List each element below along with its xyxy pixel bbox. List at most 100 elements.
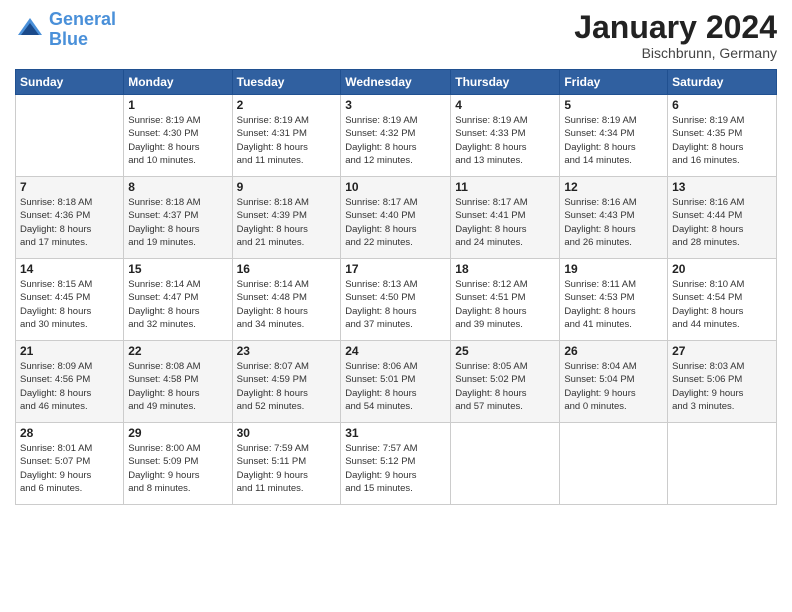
day-number: 30	[237, 426, 337, 440]
calendar-cell: 28 Sunrise: 8:01 AMSunset: 5:07 PMDayligh…	[16, 423, 124, 505]
calendar-cell: 26 Sunrise: 8:04 AMSunset: 5:04 PMDayligh…	[560, 341, 668, 423]
day-info: Sunrise: 8:00 AMSunset: 5:09 PMDaylight:…	[128, 442, 227, 495]
calendar-cell: 15Sunrise: 8:14 AMSunset: 4:47 PMDayligh…	[124, 259, 232, 341]
calendar-cell: 14 Sunrise: 8:15 AMSunset: 4:45 PMDayligh…	[16, 259, 124, 341]
header: General Blue January 2024 Bischbrunn, Ge…	[15, 10, 777, 61]
day-number: 2	[237, 98, 337, 112]
calendar-cell: 2 Sunrise: 8:19 AMSunset: 4:31 PMDaylight…	[232, 95, 341, 177]
logo: General Blue	[15, 10, 116, 50]
calendar-week-4: 28 Sunrise: 8:01 AMSunset: 5:07 PMDayligh…	[16, 423, 777, 505]
day-info: Sunrise: 7:57 AMSunset: 5:12 PMDaylight:…	[345, 442, 446, 495]
day-info: Sunrise: 8:16 AMSunset: 4:44 PMDaylight:…	[672, 196, 772, 249]
day-number: 23	[237, 344, 337, 358]
calendar-cell	[16, 95, 124, 177]
calendar-week-0: 1 Sunrise: 8:19 AMSunset: 4:30 PMDaylight…	[16, 95, 777, 177]
day-info: Sunrise: 8:14 AMSunset: 4:48 PMDaylight:…	[237, 278, 337, 331]
weekday-header-friday: Friday	[560, 70, 668, 95]
day-info: Sunrise: 8:16 AMSunset: 4:43 PMDaylight:…	[564, 196, 663, 249]
day-number: 31	[345, 426, 446, 440]
logo-blue: Blue	[49, 29, 88, 49]
calendar-cell: 5 Sunrise: 8:19 AMSunset: 4:34 PMDaylight…	[560, 95, 668, 177]
calendar-cell: 20 Sunrise: 8:10 AMSunset: 4:54 PMDayligh…	[668, 259, 777, 341]
day-number: 10	[345, 180, 446, 194]
calendar-cell: 8 Sunrise: 8:18 AMSunset: 4:37 PMDaylight…	[124, 177, 232, 259]
day-info: Sunrise: 8:08 AMSunset: 4:58 PMDaylight:…	[128, 360, 227, 413]
day-number: 24	[345, 344, 446, 358]
calendar-header: SundayMondayTuesdayWednesdayThursdayFrid…	[16, 70, 777, 95]
calendar-cell: 23 Sunrise: 8:07 AMSunset: 4:59 PMDayligh…	[232, 341, 341, 423]
day-number: 9	[237, 180, 337, 194]
day-info: Sunrise: 8:19 AMSunset: 4:34 PMDaylight:…	[564, 114, 663, 167]
calendar-cell: 3Sunrise: 8:19 AMSunset: 4:32 PMDaylight…	[341, 95, 451, 177]
calendar-cell	[451, 423, 560, 505]
weekday-header-tuesday: Tuesday	[232, 70, 341, 95]
month-title: January 2024	[574, 10, 777, 45]
day-number: 28	[20, 426, 119, 440]
calendar-cell	[560, 423, 668, 505]
calendar-cell: 6Sunrise: 8:19 AMSunset: 4:35 PMDaylight…	[668, 95, 777, 177]
weekday-header-saturday: Saturday	[668, 70, 777, 95]
calendar-cell	[668, 423, 777, 505]
day-number: 5	[564, 98, 663, 112]
day-info: Sunrise: 8:19 AMSunset: 4:31 PMDaylight:…	[237, 114, 337, 167]
day-number: 8	[128, 180, 227, 194]
weekday-row: SundayMondayTuesdayWednesdayThursdayFrid…	[16, 70, 777, 95]
calendar-table: SundayMondayTuesdayWednesdayThursdayFrid…	[15, 69, 777, 505]
day-number: 21	[20, 344, 119, 358]
day-number: 18	[455, 262, 555, 276]
logo-text: General Blue	[49, 10, 116, 50]
day-info: Sunrise: 8:19 AMSunset: 4:30 PMDaylight:…	[128, 114, 227, 167]
calendar-cell: 12 Sunrise: 8:16 AMSunset: 4:43 PMDayligh…	[560, 177, 668, 259]
day-info: Sunrise: 8:18 AMSunset: 4:37 PMDaylight:…	[128, 196, 227, 249]
day-info: Sunrise: 8:19 AMSunset: 4:32 PMDaylight:…	[345, 114, 446, 167]
day-info: Sunrise: 8:05 AMSunset: 5:02 PMDaylight:…	[455, 360, 555, 413]
calendar-week-2: 14 Sunrise: 8:15 AMSunset: 4:45 PMDayligh…	[16, 259, 777, 341]
calendar-cell: 18Sunrise: 8:12 AMSunset: 4:51 PMDayligh…	[451, 259, 560, 341]
location: Bischbrunn, Germany	[574, 45, 777, 61]
day-info: Sunrise: 8:13 AMSunset: 4:50 PMDaylight:…	[345, 278, 446, 331]
day-info: Sunrise: 8:19 AMSunset: 4:33 PMDaylight:…	[455, 114, 555, 167]
calendar-cell: 25 Sunrise: 8:05 AMSunset: 5:02 PMDayligh…	[451, 341, 560, 423]
day-number: 4	[455, 98, 555, 112]
day-number: 20	[672, 262, 772, 276]
day-info: Sunrise: 8:10 AMSunset: 4:54 PMDaylight:…	[672, 278, 772, 331]
logo-icon	[15, 15, 45, 45]
day-info: Sunrise: 8:07 AMSunset: 4:59 PMDaylight:…	[237, 360, 337, 413]
day-info: Sunrise: 8:04 AMSunset: 5:04 PMDaylight:…	[564, 360, 663, 413]
day-info: Sunrise: 8:19 AMSunset: 4:35 PMDaylight:…	[672, 114, 772, 167]
calendar-cell: 31 Sunrise: 7:57 AMSunset: 5:12 PMDayligh…	[341, 423, 451, 505]
calendar-cell: 10 Sunrise: 8:17 AMSunset: 4:40 PMDayligh…	[341, 177, 451, 259]
day-number: 13	[672, 180, 772, 194]
calendar-cell: 24Sunrise: 8:06 AMSunset: 5:01 PMDayligh…	[341, 341, 451, 423]
day-info: Sunrise: 8:01 AMSunset: 5:07 PMDaylight:…	[20, 442, 119, 495]
calendar-body: 1 Sunrise: 8:19 AMSunset: 4:30 PMDaylight…	[16, 95, 777, 505]
day-number: 26	[564, 344, 663, 358]
day-number: 22	[128, 344, 227, 358]
day-number: 15	[128, 262, 227, 276]
title-block: January 2024 Bischbrunn, Germany	[574, 10, 777, 61]
logo-general: General	[49, 9, 116, 29]
day-number: 1	[128, 98, 227, 112]
calendar-cell: 19Sunrise: 8:11 AMSunset: 4:53 PMDayligh…	[560, 259, 668, 341]
day-number: 27	[672, 344, 772, 358]
calendar-cell: 1 Sunrise: 8:19 AMSunset: 4:30 PMDaylight…	[124, 95, 232, 177]
calendar-cell: 17Sunrise: 8:13 AMSunset: 4:50 PMDayligh…	[341, 259, 451, 341]
day-info: Sunrise: 8:03 AMSunset: 5:06 PMDaylight:…	[672, 360, 772, 413]
day-info: Sunrise: 8:17 AMSunset: 4:40 PMDaylight:…	[345, 196, 446, 249]
calendar-cell: 9Sunrise: 8:18 AMSunset: 4:39 PMDaylight…	[232, 177, 341, 259]
day-number: 29	[128, 426, 227, 440]
day-number: 14	[20, 262, 119, 276]
day-info: Sunrise: 8:15 AMSunset: 4:45 PMDaylight:…	[20, 278, 119, 331]
calendar-cell: 11Sunrise: 8:17 AMSunset: 4:41 PMDayligh…	[451, 177, 560, 259]
calendar-week-3: 21 Sunrise: 8:09 AMSunset: 4:56 PMDayligh…	[16, 341, 777, 423]
calendar-cell: 13 Sunrise: 8:16 AMSunset: 4:44 PMDayligh…	[668, 177, 777, 259]
day-number: 7	[20, 180, 119, 194]
calendar-cell: 4 Sunrise: 8:19 AMSunset: 4:33 PMDaylight…	[451, 95, 560, 177]
page: General Blue January 2024 Bischbrunn, Ge…	[0, 0, 792, 612]
day-info: Sunrise: 8:09 AMSunset: 4:56 PMDaylight:…	[20, 360, 119, 413]
day-number: 12	[564, 180, 663, 194]
day-number: 25	[455, 344, 555, 358]
calendar-cell: 22 Sunrise: 8:08 AMSunset: 4:58 PMDayligh…	[124, 341, 232, 423]
day-info: Sunrise: 8:18 AMSunset: 4:36 PMDaylight:…	[20, 196, 119, 249]
weekday-header-wednesday: Wednesday	[341, 70, 451, 95]
